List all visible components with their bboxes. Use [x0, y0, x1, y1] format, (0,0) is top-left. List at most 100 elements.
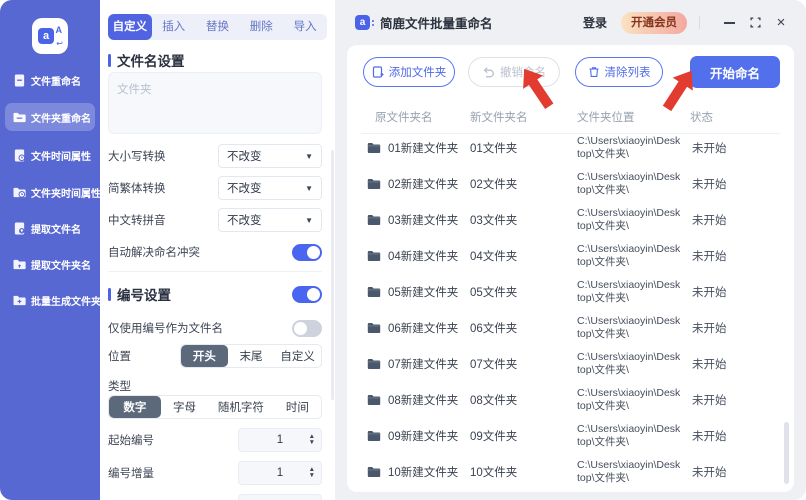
undo-icon: [483, 66, 494, 77]
position-label: 位置: [108, 351, 131, 363]
sidebar-item-file-rename[interactable]: 文件重命名: [5, 66, 95, 94]
folder-create-icon: [13, 295, 26, 305]
header-status: 状态: [690, 112, 713, 124]
only-number-row: 仅使用编号作为文件名: [108, 316, 322, 340]
window-title: 简鹿文件批量重命名: [380, 17, 493, 31]
position-option-custom[interactable]: 自定义: [274, 345, 321, 367]
type-option-time[interactable]: 时间: [274, 396, 321, 418]
filename-input[interactable]: [108, 72, 322, 134]
vip-button[interactable]: 开通会员: [621, 11, 687, 34]
clear-list-button[interactable]: 清除列表: [575, 57, 663, 87]
numbering-section-title: 编号设置: [117, 288, 171, 303]
start-number-stepper[interactable]: 1 ▲ ▼: [238, 428, 322, 452]
pinyin-convert-select[interactable]: 不改变 ▼: [218, 208, 322, 232]
sidebar-item-extract-folder[interactable]: 提取文件夹名: [5, 250, 95, 278]
folder-path: C:\Users\xiaoyin\Desk top\文件夹\: [577, 207, 681, 232]
header-location: 文件夹位置: [577, 112, 635, 124]
status-text: 未开始: [692, 179, 727, 191]
tab-custom[interactable]: 自定义: [108, 14, 152, 40]
tab-insert[interactable]: 插入: [152, 14, 196, 40]
orig-folder-name: 04新建文件夹: [388, 251, 459, 263]
orig-folder-name: 10新建文件夹: [388, 467, 459, 479]
tab-replace[interactable]: 替换: [196, 14, 240, 40]
filename-section-header: 文件名设置: [108, 50, 322, 70]
folder-icon: [367, 467, 381, 477]
login-button[interactable]: 登录: [583, 14, 607, 31]
header-orig-name: 原文件夹名: [375, 112, 433, 124]
table-row[interactable]: 07新建文件夹 07文件夹 C:\Users\xiaoyin\Desk top\文…: [363, 346, 780, 382]
status-text: 未开始: [692, 287, 727, 299]
table-row[interactable]: 06新建文件夹 06文件夹 C:\Users\xiaoyin\Desk top\文…: [363, 310, 780, 346]
type-option-letter[interactable]: 字母: [161, 396, 208, 418]
add-folder-button[interactable]: 添加文件夹: [363, 57, 455, 87]
numbering-section-header: 编号设置: [108, 284, 322, 304]
start-number-row: 起始编号 1 ▲ ▼: [108, 428, 322, 452]
table-row[interactable]: 04新建文件夹 04文件夹 C:\Users\xiaoyin\Desk top\文…: [363, 238, 780, 274]
sidebar-item-folder-create[interactable]: 批量生成文件夹: [5, 286, 101, 314]
type-option-number[interactable]: 数字: [109, 396, 161, 418]
status-text: 未开始: [692, 323, 727, 335]
tradsimp-convert-select[interactable]: 不改变 ▼: [218, 176, 322, 200]
new-folder-name: 07文件夹: [470, 359, 518, 371]
table-row[interactable]: 02新建文件夹 02文件夹 C:\Users\xiaoyin\Desk top\文…: [363, 166, 780, 202]
conflict-toggle[interactable]: [292, 243, 322, 261]
sidebar-item-extract-file[interactable]: 提取文件名: [5, 214, 95, 242]
file-rename-icon: [14, 73, 25, 87]
table-row[interactable]: 03新建文件夹 03文件夹 C:\Users\xiaoyin\Desk top\文…: [363, 202, 780, 238]
next-setting-row-partial: ▲▼: [108, 494, 322, 500]
increment-stepper[interactable]: 1 ▲ ▼: [238, 461, 322, 485]
sidebar-item-folder-time[interactable]: 文件夹时间属性: [5, 178, 101, 206]
type-option-random[interactable]: 随机字符: [208, 396, 274, 418]
undo-rename-button[interactable]: 撤销命名: [468, 57, 560, 87]
table-row[interactable]: 08新建文件夹 08文件夹 C:\Users\xiaoyin\Desk top\文…: [363, 382, 780, 418]
maximize-button[interactable]: [746, 14, 764, 32]
trash-icon: [589, 67, 598, 77]
tab-import[interactable]: 导入: [283, 14, 327, 40]
only-number-toggle[interactable]: [292, 319, 322, 337]
status-text: 未开始: [692, 143, 727, 155]
position-row: 位置 开头 末尾 自定义: [108, 344, 322, 368]
folder-path: C:\Users\xiaoyin\Desk top\文件夹\: [577, 135, 681, 160]
table-row[interactable]: 10新建文件夹 10文件夹 C:\Users\xiaoyin\Desk top\文…: [363, 454, 780, 490]
partial-stepper[interactable]: ▲▼: [238, 494, 322, 500]
tab-delete[interactable]: 删除: [239, 14, 283, 40]
position-option-end[interactable]: 末尾: [228, 345, 275, 367]
folder-icon: [367, 287, 381, 297]
status-text: 未开始: [692, 395, 727, 407]
stepper-arrows-icon[interactable]: ▲▼: [309, 462, 315, 484]
sidebar-item-file-time[interactable]: 文件时间属性: [5, 141, 95, 169]
position-option-start[interactable]: 开头: [181, 345, 228, 367]
settings-panel: 自定义 插入 替换 删除 导入 文件名设置 大小写转换 不改变 ▼ 简繁体转换 …: [100, 0, 335, 500]
file-time-icon: [14, 148, 26, 162]
minimize-button[interactable]: [720, 14, 738, 32]
case-convert-select[interactable]: 不改变 ▼: [218, 144, 322, 168]
stepper-arrows-icon[interactable]: ▲▼: [309, 429, 315, 451]
close-button[interactable]: ×: [772, 14, 790, 32]
folder-path: C:\Users\xiaoyin\Desk top\文件夹\: [577, 279, 681, 304]
stepper-arrows-icon[interactable]: ▲▼: [309, 495, 315, 500]
sidebar-item-folder-rename[interactable]: 文件夹重命名: [5, 103, 95, 131]
case-convert-row: 大小写转换 不改变 ▼: [108, 144, 322, 168]
increment-label: 编号增量: [108, 468, 154, 480]
section-divider: [108, 271, 322, 272]
numbering-toggle[interactable]: [292, 285, 322, 303]
sidebar-item-label: 文件夹重命名: [31, 113, 91, 125]
header-new-name: 新文件夹名: [470, 112, 528, 124]
app-logo-icon: a A ↩: [32, 18, 68, 54]
folder-icon: [367, 323, 381, 333]
start-number-label: 起始编号: [108, 435, 154, 447]
section-bar: [108, 287, 111, 301]
sidebar-item-label: 文件夹时间属性: [31, 188, 101, 200]
table-row[interactable]: 09新建文件夹 09文件夹 C:\Users\xiaoyin\Desk top\文…: [363, 418, 780, 454]
caret-down-icon: ▼: [305, 183, 313, 193]
tradsimp-convert-row: 简繁体转换 不改变 ▼: [108, 176, 322, 200]
table-scrollbar[interactable]: [784, 422, 789, 484]
sidebar-item-label: 批量生成文件夹: [31, 296, 101, 308]
table-row[interactable]: 01新建文件夹 01文件夹 C:\Users\xiaoyin\Desk top\文…: [363, 130, 780, 166]
new-folder-name: 02文件夹: [470, 179, 518, 191]
table-row[interactable]: 05新建文件夹 05文件夹 C:\Users\xiaoyin\Desk top\文…: [363, 274, 780, 310]
start-rename-button[interactable]: 开始命名: [690, 56, 780, 88]
main-area: a 简鹿文件批量重命名 登录 开通会员 × 添加文件夹 撤销命名 清除列表 开始…: [335, 0, 806, 500]
increment-row: 编号增量 1 ▲ ▼: [108, 461, 322, 485]
folder-icon: [367, 143, 381, 153]
